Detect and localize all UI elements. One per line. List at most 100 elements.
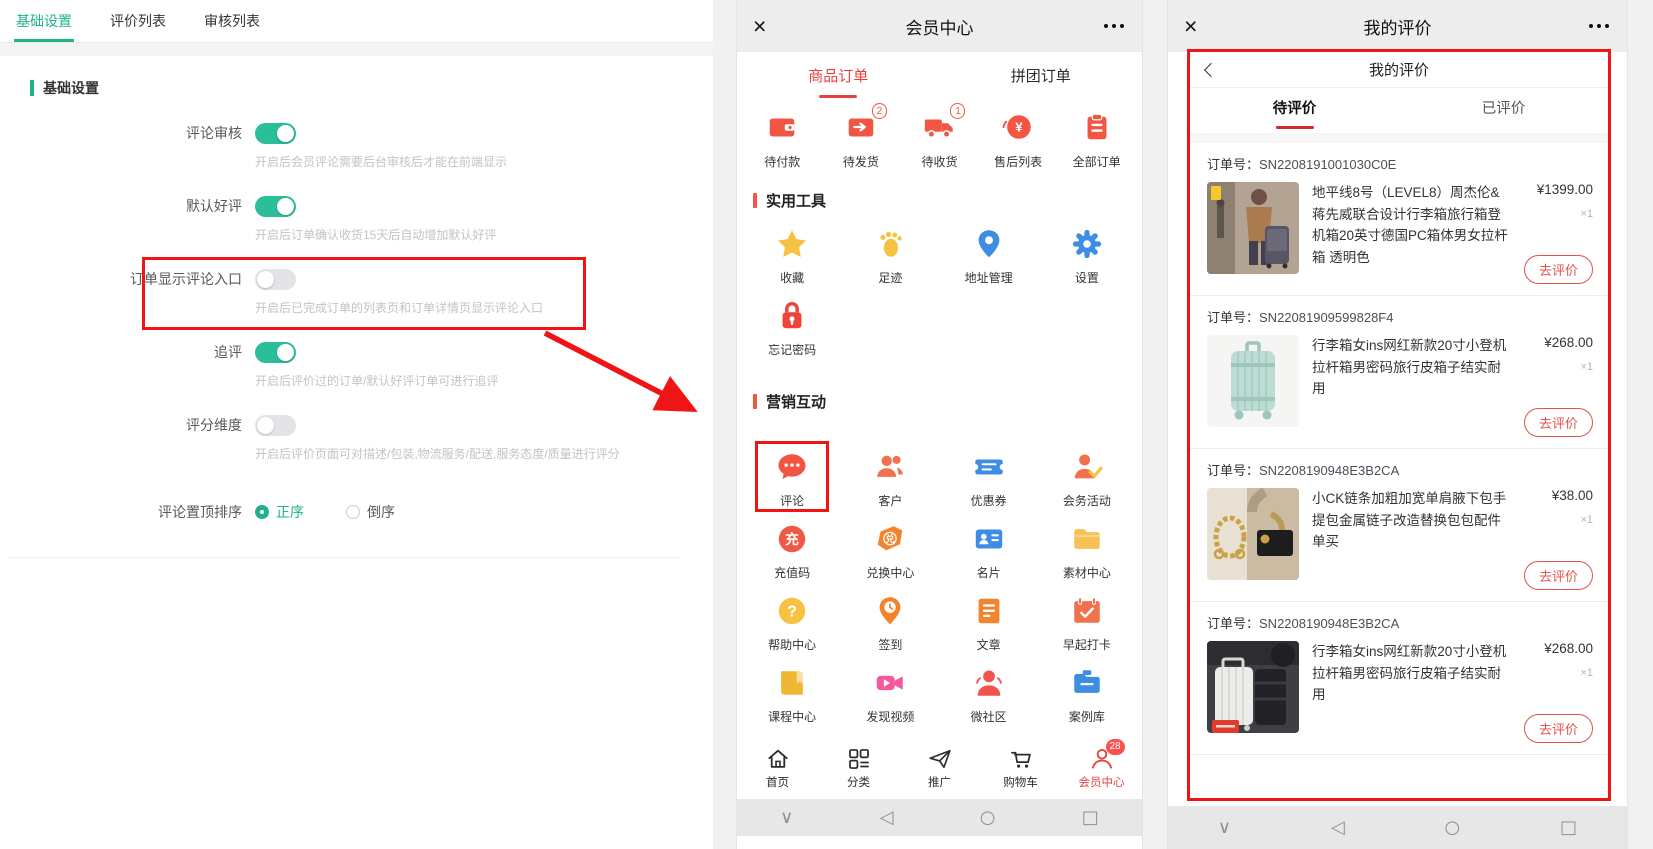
tab-待评价[interactable]: 待评价	[1190, 88, 1399, 133]
grid-item-早起打卡[interactable]: 早起打卡	[1038, 594, 1136, 653]
tabbar-item-首页[interactable]: 首页	[737, 741, 818, 798]
tab-商品订单[interactable]: 商品订单	[737, 56, 940, 102]
category-grid-icon	[846, 746, 872, 772]
admin-tab-评价列表[interactable]: 评价列表	[110, 0, 166, 42]
grid-item-设置[interactable]: 设置	[1038, 227, 1136, 286]
pin-icon	[972, 227, 1006, 261]
close-icon[interactable]: ×	[1184, 15, 1197, 38]
setting-row: 评论审核开启后会员评论需要后台审核后才能在前端显示	[30, 122, 681, 195]
yen-circle-icon: ¥	[1001, 110, 1035, 144]
grid-item-评论[interactable]: 评论	[743, 450, 841, 509]
my-reviews-screen: × 我的评价 我的评价 待评价已评价 订单号：SN2208191001030C0…	[1168, 0, 1627, 849]
admin-tab-基础设置[interactable]: 基础设置	[16, 0, 72, 42]
back-icon[interactable]: ◁	[880, 809, 894, 827]
setting-label: 订单显示评论入口	[30, 269, 255, 289]
sort-option-倒序[interactable]: 倒序	[346, 502, 395, 522]
setting-description: 开启后会员评论需要后台审核后才能在前端显示	[255, 153, 681, 170]
admin-review-settings-panel: 基础设置评价列表审核列表 基础设置 评论审核开启后会员评论需要后台审核后才能在前…	[0, 0, 713, 849]
grid-item-优惠券[interactable]: 优惠券	[940, 450, 1038, 509]
screenshot-stage: 基础设置评价列表审核列表 基础设置 评论审核开启后会员评论需要后台审核后才能在前…	[0, 0, 1653, 849]
order-status-全部订单[interactable]: 全部订单	[1057, 110, 1136, 170]
order-status-待发货[interactable]: 2待发货	[822, 110, 901, 170]
comment-sort-row: 评论置顶排序 正序倒序	[30, 501, 681, 523]
grid-item-发现视频[interactable]: 发现视频	[841, 666, 939, 725]
toggle-switch[interactable]	[255, 123, 296, 144]
grid-item-课程中心[interactable]: 课程中心	[743, 666, 841, 725]
people-icon	[873, 450, 907, 484]
grid-item-收藏[interactable]: 收藏	[743, 227, 841, 286]
tools-grid: 收藏足迹地址管理设置忘记密码	[737, 211, 1142, 371]
sort-option-label: 正序	[276, 502, 304, 522]
product-name: 行李箱女ins网红新款20寸小登机拉杆箱男密码旅行皮箱子结实耐用	[1312, 335, 1510, 423]
close-icon[interactable]: ×	[753, 15, 766, 38]
grid-item-忘记密码[interactable]: 忘记密码	[743, 299, 841, 358]
product-price: ¥268.00	[1523, 641, 1593, 656]
grid-item-地址管理[interactable]: 地址管理	[940, 227, 1038, 286]
grid-item-客户[interactable]: 客户	[841, 450, 939, 509]
setting-label: 默认好评	[30, 196, 255, 216]
order-status-label: 待收货	[921, 153, 957, 170]
toggle-switch[interactable]	[255, 269, 296, 290]
go-review-button[interactable]: 去评价	[1524, 561, 1593, 590]
order-number-label: 订单号：	[1207, 463, 1259, 478]
order-status-售后列表[interactable]: ¥售后列表	[979, 110, 1058, 170]
tabbar-item-分类[interactable]: 分类	[818, 741, 899, 798]
cart-icon	[1008, 746, 1034, 772]
marketing-section-header: 营销互动	[753, 391, 1142, 412]
toggle-switch[interactable]	[255, 342, 296, 363]
android-nav-bar: ∨ ◁ ○ □	[737, 799, 1142, 836]
admin-tab-审核列表[interactable]: 审核列表	[204, 0, 260, 42]
grid-item-兑换中心[interactable]: 兑兑换中心	[841, 522, 939, 581]
divider-band	[1190, 133, 1608, 143]
person-red-icon	[972, 666, 1006, 700]
grid-item-label: 忘记密码	[768, 341, 816, 358]
order-status-待收货[interactable]: 1 待收货	[900, 110, 979, 170]
tabbar-item-购物车[interactable]: 购物车	[980, 741, 1061, 798]
truck-icon: 1	[922, 110, 956, 144]
grid-item-label: 微社区	[971, 708, 1007, 725]
go-review-button[interactable]: 去评价	[1524, 255, 1593, 284]
go-review-button[interactable]: 去评价	[1524, 714, 1593, 743]
calendar-check-icon	[1070, 594, 1104, 628]
grid-item-素材中心[interactable]: 素材中心	[1038, 522, 1136, 581]
recents-icon[interactable]: □	[1560, 819, 1577, 837]
order-number-row: 订单号：SN2208191001030C0E	[1207, 154, 1593, 173]
tabbar-item-推广[interactable]: 推广	[899, 741, 980, 798]
tabbar-item-会员中心[interactable]: 28会员中心	[1061, 741, 1142, 798]
sort-option-正序[interactable]: 正序	[255, 502, 304, 522]
order-status-待付款[interactable]: 待付款	[743, 110, 822, 170]
review-order-card: 订单号：SN2208190948E3B2CA小CK链条加粗加宽单肩腋下包手提包金…	[1190, 449, 1608, 602]
back-icon[interactable]: ◁	[1331, 819, 1345, 837]
grid-item-名片[interactable]: 名片	[940, 522, 1038, 581]
toggle-switch[interactable]	[255, 196, 296, 217]
tab-拼团订单[interactable]: 拼团订单	[940, 56, 1143, 102]
grid-item-微社区[interactable]: 微社区	[940, 666, 1038, 725]
home-icon[interactable]: ○	[980, 809, 996, 827]
grid-item-文章[interactable]: 文章	[940, 594, 1038, 653]
tab-已评价[interactable]: 已评价	[1399, 88, 1608, 133]
grid-item-案例库[interactable]: 案例库	[1038, 666, 1136, 725]
tabbar-item-label: 会员中心	[1079, 774, 1125, 790]
recents-icon[interactable]: □	[1082, 809, 1099, 827]
more-icon[interactable]	[1104, 24, 1125, 29]
section-header: 基础设置	[30, 78, 681, 98]
grid-item-足迹[interactable]: 足迹	[841, 227, 939, 286]
grid-item-签到[interactable]: 签到	[841, 594, 939, 653]
review-order-card: 订单号：SN22081909599828F4行李箱女ins网红新款20寸小登机拉…	[1190, 296, 1608, 449]
home-icon[interactable]: ○	[1445, 819, 1461, 837]
tabbar-item-label: 分类	[847, 774, 870, 790]
paper-plane-icon	[927, 746, 953, 772]
toggle-switch[interactable]	[255, 415, 296, 436]
grid-item-充值码[interactable]: 充充值码	[743, 522, 841, 581]
grid-item-会务活动[interactable]: 会务活动	[1038, 450, 1136, 509]
go-review-button[interactable]: 去评价	[1524, 408, 1593, 437]
more-icon[interactable]	[1589, 24, 1610, 29]
svg-text:¥: ¥	[1015, 120, 1023, 135]
divider-band	[0, 43, 713, 56]
collapse-icon[interactable]: ∨	[780, 809, 793, 827]
grid-item-帮助中心[interactable]: ?帮助中心	[743, 594, 841, 653]
collapse-icon[interactable]: ∨	[1218, 819, 1231, 837]
question-icon: ?	[775, 594, 809, 628]
order-number-label: 订单号：	[1207, 616, 1259, 631]
admin-tab-bar: 基础设置评价列表审核列表	[0, 0, 713, 43]
